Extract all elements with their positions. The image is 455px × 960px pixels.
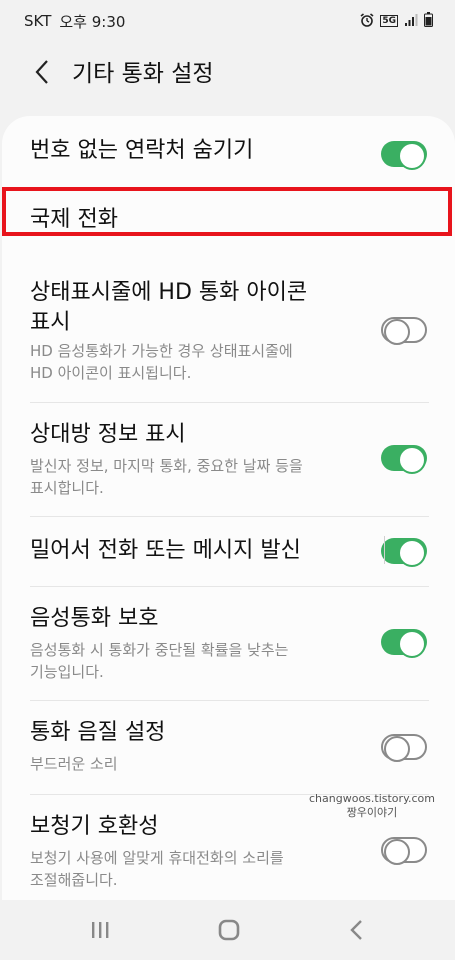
- carrier-label: SKT: [24, 12, 52, 30]
- setting-subtitle-line2: 조절해줍니다.: [30, 871, 118, 889]
- setting-subtitle-line1: 보청기 사용에 알맞게 휴대전화의 소리를: [30, 849, 284, 867]
- page-title: 기타 통화 설정: [72, 61, 214, 87]
- back-icon: [350, 920, 362, 940]
- setting-title: 통화 음질 설정: [30, 720, 166, 745]
- setting-title-line2: 표시: [30, 310, 71, 335]
- watermark-line1: changwoos.tistory.com: [309, 792, 435, 805]
- setting-subtitle-line2: HD 아이콘이 표시됩니다.: [30, 364, 192, 382]
- signal-icon: [404, 13, 418, 30]
- setting-title: 번호 없는 연락처 숨기기: [30, 138, 254, 163]
- home-button[interactable]: [217, 918, 241, 942]
- setting-voice-call-protection[interactable]: 음성통화 보호 음성통화 시 통화가 중단될 확률을 낮추는 기능입니다.: [30, 604, 429, 684]
- recent-apps-icon: [92, 922, 109, 938]
- setting-subtitle-line2: 표시합니다.: [30, 479, 104, 497]
- chevron-left-icon: [35, 60, 48, 84]
- alarm-icon: [360, 12, 374, 30]
- home-icon: [218, 919, 240, 941]
- setting-swipe-to-call[interactable]: 밀어서 전화 또는 메시지 발신: [30, 534, 429, 570]
- setting-subtitle-line1: 발신자 정보, 마지막 통화, 중요한 날짜 등을: [30, 457, 303, 475]
- divider: [30, 586, 429, 587]
- vertical-separator: [384, 536, 385, 564]
- divider: [30, 402, 429, 403]
- app-header: 기타 통화 설정: [0, 48, 455, 96]
- setting-subtitle: 부드러운 소리: [30, 755, 118, 773]
- setting-title-line1: 상태표시줄에 HD 통화 아이콘: [30, 280, 308, 305]
- toggle-switch-on[interactable]: [381, 538, 427, 567]
- navigation-bar: [0, 900, 455, 960]
- setting-title: 밀어서 전화 또는 메시지 발신: [30, 538, 301, 563]
- setting-title: 음성통화 보호: [30, 606, 159, 631]
- divider: [30, 516, 429, 517]
- setting-subtitle-line1: HD 음성통화가 가능한 경우 상태표시줄에: [30, 342, 293, 360]
- highlight-box: [2, 187, 452, 236]
- setting-hd-call-icon[interactable]: 상태표시줄에 HD 통화 아이콘 표시 HD 음성통화가 가능한 경우 상태표시…: [30, 278, 429, 388]
- toggle-switch-on[interactable]: [381, 629, 427, 658]
- 5g-icon: 5G: [380, 15, 398, 27]
- back-button[interactable]: [28, 56, 56, 88]
- setting-title: 상대방 정보 표시: [30, 422, 186, 447]
- toggle-switch-off[interactable]: [381, 734, 427, 762]
- clock: 오후 9:30: [59, 12, 126, 31]
- toggle-switch-off[interactable]: [381, 837, 427, 865]
- toggle-switch-on[interactable]: [381, 141, 427, 170]
- nav-back-button[interactable]: [345, 918, 369, 942]
- divider: [30, 700, 429, 701]
- recent-apps-button[interactable]: [88, 918, 112, 942]
- status-bar: SKT 오후 9:30 5G: [0, 0, 455, 42]
- setting-title: 보청기 호환성: [30, 814, 159, 839]
- battery-icon: [424, 12, 433, 30]
- toggle-switch-on[interactable]: [381, 445, 427, 474]
- setting-call-audio-quality[interactable]: 통화 음질 설정 부드러운 소리: [30, 718, 429, 778]
- setting-subtitle-line1: 음성통화 시 통화가 중단될 확률을 낮추는: [30, 641, 289, 659]
- setting-caller-info[interactable]: 상대방 정보 표시 발신자 정보, 마지막 통화, 중요한 날짜 등을 표시합니…: [30, 420, 429, 500]
- setting-hide-no-number-contacts[interactable]: 번호 없는 연락처 숨기기: [30, 134, 429, 174]
- setting-hearing-aid-compatibility[interactable]: 보청기 호환성 보청기 사용에 알맞게 휴대전화의 소리를 조절해줍니다.: [30, 812, 429, 892]
- toggle-switch-off[interactable]: [381, 317, 427, 345]
- setting-subtitle-line2: 기능입니다.: [30, 663, 104, 681]
